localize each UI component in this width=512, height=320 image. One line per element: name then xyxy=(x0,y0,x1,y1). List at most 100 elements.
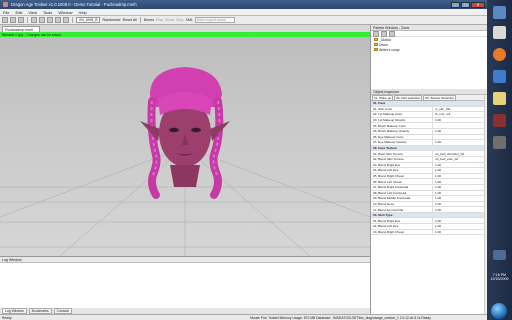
paste-icon[interactable] xyxy=(47,17,53,23)
property-row[interactable]: 03. Blend Right Cheek 1.00 xyxy=(371,229,487,236)
taskbar-app-icon[interactable] xyxy=(493,70,506,83)
property-name: 02. Blend Left Eye xyxy=(371,224,433,229)
log-window-title: Log Window xyxy=(0,257,370,263)
palette-window: Palette Window - Zone _Global Demo Write… xyxy=(370,25,487,89)
menu-file[interactable]: File xyxy=(0,10,12,15)
menu-help[interactable]: Help xyxy=(76,10,90,15)
minimize-button[interactable]: – xyxy=(451,1,460,8)
app-icon xyxy=(3,2,8,7)
open-folder-icon[interactable] xyxy=(10,17,16,23)
clock-date: 12/15/2009 xyxy=(490,277,509,281)
firefox-icon[interactable] xyxy=(493,48,506,61)
property-value[interactable]: 1.00 xyxy=(433,168,487,173)
property-name: 10. Blend Nose xyxy=(371,201,433,207)
toolbar-divider xyxy=(72,17,73,23)
title-bar: Dragon Age Toolset v1.0.1008.0 - Demo Tu… xyxy=(0,0,487,9)
property-value[interactable]: uh_hed_exfe_0d xyxy=(433,157,487,162)
show-button[interactable]: Show xyxy=(165,18,174,22)
xml-button[interactable]: XML xyxy=(185,18,192,22)
tree-item-label: _Global xyxy=(379,37,391,42)
menu-window[interactable]: Window xyxy=(55,10,75,15)
property-value[interactable]: 1.00 xyxy=(433,179,487,184)
tab-make-up[interactable]: 01. Make-up xyxy=(372,94,394,101)
mesh-dropdown[interactable]: XN_DHM_B xyxy=(76,17,101,23)
property-value[interactable]: 1.00 xyxy=(433,191,487,196)
palette-tool-icon[interactable] xyxy=(381,30,387,37)
property-value[interactable]: 1.00 xyxy=(433,202,487,207)
property-value[interactable]: 1.00 xyxy=(433,129,487,134)
character-head-model xyxy=(140,67,230,199)
maximize-button[interactable]: □ xyxy=(461,1,470,8)
section-label: 02. Face Texture xyxy=(373,146,398,151)
taskbar-app-icon[interactable] xyxy=(493,92,506,105)
batch-export-field[interactable]: Batch export visual xyxy=(194,17,235,23)
randomize-button[interactable]: Randomize xyxy=(102,18,120,22)
menu-edit[interactable]: Edit xyxy=(12,10,25,15)
property-name: 05. Blend Right Cheek xyxy=(371,173,433,179)
property-value[interactable]: 1.00 xyxy=(433,224,487,229)
viewport-scene xyxy=(0,67,370,256)
reset-all-button[interactable]: Reset All xyxy=(123,18,137,22)
tree-item-label: Demo xyxy=(379,42,389,47)
tray-icons[interactable] xyxy=(493,250,506,260)
property-value[interactable]: rs_skn_011 xyxy=(433,107,487,112)
property-name: 07. Blend Right Forehead xyxy=(371,184,433,190)
window-title: Dragon Age Toolset v1.0.1008.0 - Demo Tu… xyxy=(11,2,137,7)
menu-view[interactable]: View xyxy=(25,10,40,15)
folder-icon xyxy=(374,38,378,41)
property-value[interactable]: 1.00 xyxy=(433,185,487,190)
bones-button[interactable]: Bones xyxy=(144,18,154,22)
property-name: 09. Blend Middle Forehead xyxy=(371,196,433,201)
play-button[interactable]: Play xyxy=(156,18,163,22)
redo-icon[interactable] xyxy=(63,17,69,23)
property-value[interactable]: 1.00 xyxy=(433,196,487,201)
copy-icon[interactable] xyxy=(39,17,45,23)
property-value[interactable]: 1.00 xyxy=(433,118,487,123)
property-name: 06. Blend Left Cheek xyxy=(371,179,433,184)
property-name: 03. Blend Right Eye xyxy=(371,162,433,168)
cut-icon[interactable] xyxy=(31,17,37,23)
new-file-icon[interactable] xyxy=(2,17,8,23)
palette-tool-icon[interactable] xyxy=(389,30,395,37)
palette-tool-icon[interactable] xyxy=(373,30,379,37)
property-value[interactable]: t1_mcl_ro1 xyxy=(433,112,487,117)
property-value[interactable]: 1.00 xyxy=(433,218,487,223)
3d-viewport[interactable] xyxy=(0,37,370,256)
start-button[interactable] xyxy=(491,303,507,319)
property-value[interactable]: 1.00 xyxy=(433,140,487,145)
property-name: 03. Lip Makeup Opacity xyxy=(371,117,433,123)
dragon-age-toolset-icon[interactable] xyxy=(493,114,506,127)
tab-texture-selection[interactable]: 03. Texture Selection xyxy=(423,94,456,101)
property-value[interactable]: 1.00 xyxy=(433,174,487,179)
taskbar-clock[interactable]: 7:16 PM 12/15/2009 xyxy=(487,273,512,281)
property-value[interactable]: 1.00 xyxy=(433,163,487,168)
tree-item-label: Writer's comp xyxy=(379,47,400,52)
property-name: 03. Blend Right Cheek xyxy=(371,229,433,235)
tab-part-selection[interactable]: 02. Part selection xyxy=(394,94,423,101)
stop-button[interactable]: Stop xyxy=(176,18,183,22)
toolbar-divider xyxy=(139,17,141,23)
status-ready: Ready xyxy=(2,315,12,320)
property-name: 01. Base Skin Texture xyxy=(371,151,433,156)
property-name: 02. Lip Makeup Color xyxy=(371,112,433,117)
status-bar: Ready Mouse Pos: Toolset Memory Usage: 8… xyxy=(0,314,487,320)
toolbar-divider xyxy=(27,17,28,23)
menu-tools[interactable]: Tools xyxy=(40,10,55,15)
taskbar-app-icon[interactable] xyxy=(493,136,506,149)
property-name: 05. Blush Makeup Opacity xyxy=(371,128,433,134)
close-button[interactable]: ✕ xyxy=(471,1,485,8)
save-icon[interactable] xyxy=(18,17,24,23)
taskbar-app-icon[interactable] xyxy=(493,26,506,39)
taskbar-app-icon[interactable] xyxy=(493,6,506,19)
property-value[interactable] xyxy=(433,135,487,140)
tree-item-writers-comp[interactable]: Writer's comp xyxy=(371,47,487,52)
undo-icon[interactable] xyxy=(55,17,61,23)
property-value[interactable]: 1.00 xyxy=(433,230,487,235)
property-name: 04. Blush Makeup Color xyxy=(371,123,433,128)
section-label: 03. Skin Type xyxy=(373,213,393,218)
property-value[interactable] xyxy=(433,123,487,128)
property-value[interactable]: 1.00 xyxy=(433,207,487,212)
property-value[interactable]: uh_hed_tbrowfe1_0d xyxy=(433,151,487,156)
folder-icon xyxy=(374,43,378,46)
property-name: 11. Blend Art Override xyxy=(371,207,433,212)
